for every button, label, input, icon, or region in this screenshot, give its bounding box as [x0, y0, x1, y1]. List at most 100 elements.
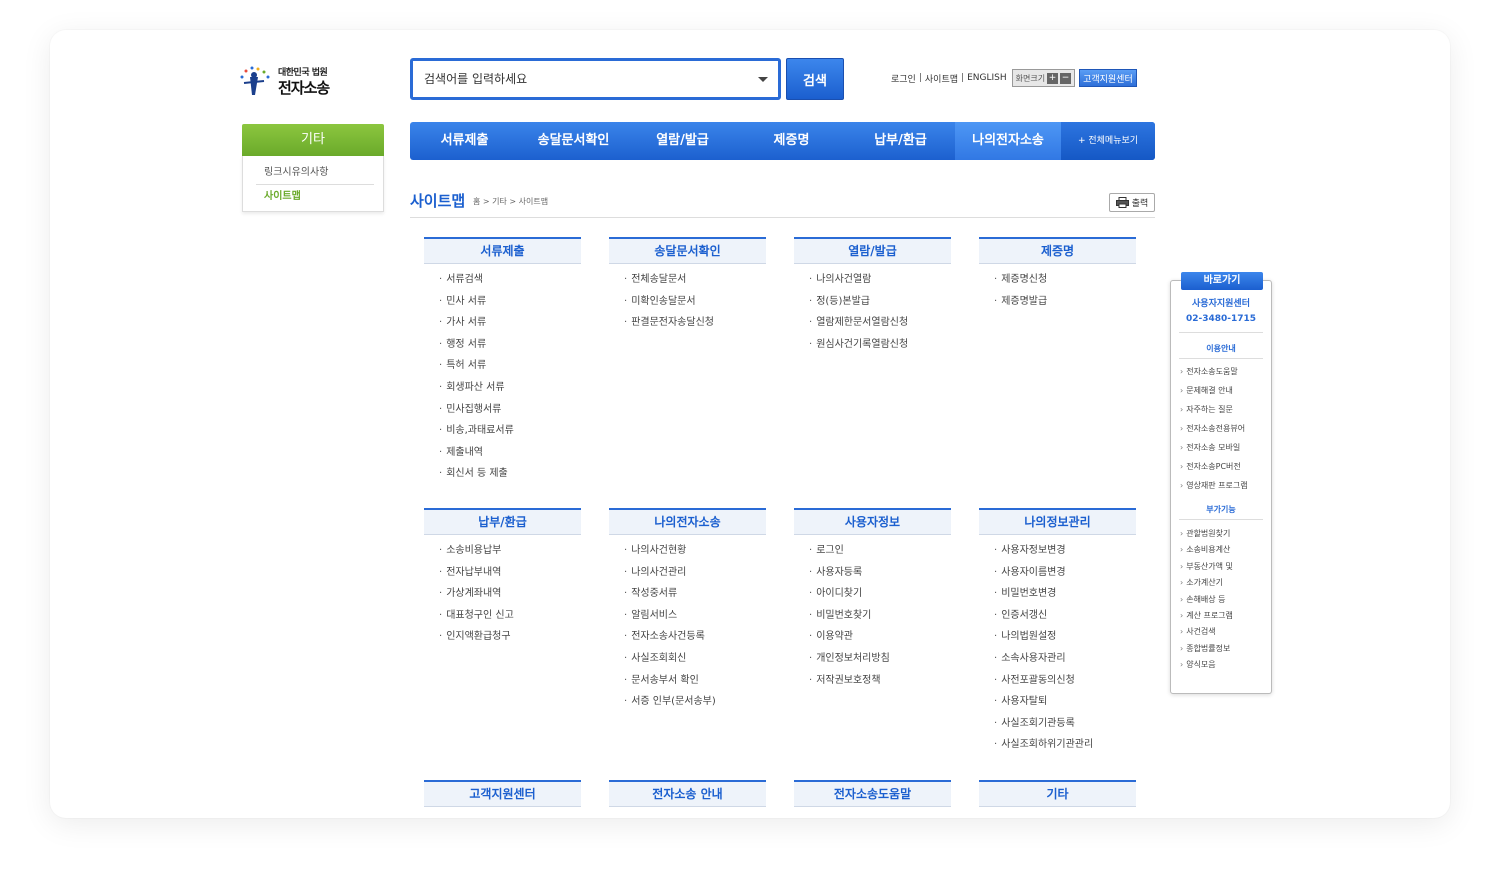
sitemap-section-title[interactable]: 전자소송 안내: [609, 780, 766, 807]
sitemap-link[interactable]: 민사 서류: [439, 291, 581, 313]
sitemap-link[interactable]: 이용약관: [809, 626, 951, 648]
sitemap-link[interactable]: 문서송부서 확인: [624, 670, 766, 692]
sitemap-link[interactable]: 나의법원설정: [994, 626, 1136, 648]
sitemap-link[interactable]: 가사 서류: [439, 312, 581, 334]
search-button[interactable]: 검색: [786, 58, 844, 100]
sitemap-link[interactable]: 판결문전자송달신청: [624, 312, 766, 334]
nav-service-check[interactable]: 송달문서확인: [519, 122, 628, 160]
login-link[interactable]: 로그인: [891, 72, 916, 85]
quick-link[interactable]: 영상재판 프로그램: [1180, 478, 1247, 494]
sitemap-link[interactable]: 제증명발급: [994, 291, 1136, 313]
sitemap-link[interactable]: 저작권보호정책: [809, 670, 951, 692]
sitemap-link[interactable]: 비밀번호변경: [994, 583, 1136, 605]
sitemap-section-title[interactable]: 열람/발급: [794, 237, 951, 264]
sitemap-link[interactable]: 나의사건현황: [624, 540, 766, 562]
sitemap-link[interactable]: 회신서 등 제출: [439, 463, 581, 485]
sitemap-section-title[interactable]: 고객지원센터: [424, 780, 581, 807]
nav-certificates[interactable]: 제증명: [737, 122, 846, 160]
english-link[interactable]: ENGLISH: [967, 73, 1007, 83]
nav-view-issue[interactable]: 열람/발급: [628, 122, 737, 160]
nav-my-ecase[interactable]: 나의전자소송: [955, 122, 1061, 160]
sitemap-link[interactable]: 전자납부내역: [439, 562, 581, 584]
sitemap-link[interactable]: 사실조회회신: [624, 648, 766, 670]
quick-link[interactable]: 자주하는 질문: [1180, 402, 1233, 418]
sitemap-link[interactable]: 소속사용자관리: [994, 648, 1136, 670]
sitemap-link[interactable]: 서증 인부(문서송부): [624, 691, 766, 713]
support-center-info[interactable]: 사용자지원센터 02-3480-1715: [1171, 297, 1271, 327]
sitemap-link[interactable]: 소송비용납부: [439, 540, 581, 562]
sitemap-link[interactable]: 로그인: [809, 540, 951, 562]
sitemap-link[interactable]: 나의사건관리: [624, 562, 766, 584]
sitemap-link[interactable]: 서류검색: [439, 269, 581, 291]
sitemap-link[interactable]: 사전포괄동의신청: [994, 670, 1136, 692]
sitemap-link[interactable]: 제출내역: [439, 442, 581, 464]
court-logo[interactable]: 대한민국 법원 전자소송: [238, 63, 348, 99]
quick-link[interactable]: 계산 프로그램: [1180, 608, 1233, 624]
sitemap-link[interactable]: 비밀번호찾기: [809, 605, 951, 627]
side-menu-item-link-notice[interactable]: 링크시유의사항: [264, 163, 328, 178]
chevron-down-icon[interactable]: [758, 77, 768, 82]
quick-link[interactable]: 전자소송도움말: [1180, 364, 1238, 380]
sitemap-link[interactable]: 알림서비스: [624, 605, 766, 627]
sitemap-link[interactable]: 정(등)본발급: [809, 291, 951, 313]
quick-link[interactable]: 손해배상 등: [1180, 592, 1225, 608]
quick-link[interactable]: 전자소송PC버전: [1180, 459, 1241, 475]
quick-link[interactable]: 소송비용계산: [1180, 542, 1230, 558]
side-menu-item-sitemap[interactable]: 사이트맵: [264, 187, 301, 202]
sitemap-link[interactable]: 작성중서류: [624, 583, 766, 605]
quick-link[interactable]: 종합법률정보: [1180, 641, 1230, 657]
sitemap-link[interactable]: 전자소송사건등록: [624, 626, 766, 648]
sitemap-link[interactable]: 사이트맵: [925, 72, 958, 85]
sitemap-link[interactable]: 열람제한문서열람신청: [809, 312, 951, 334]
sitemap-link[interactable]: 사용자이름변경: [994, 562, 1136, 584]
sitemap-link[interactable]: 개인정보처리방침: [809, 648, 951, 670]
quick-link[interactable]: 사건검색: [1180, 624, 1215, 640]
sitemap-link[interactable]: 비송,과태료서류: [439, 420, 581, 442]
sitemap-section-title[interactable]: 송달문서확인: [609, 237, 766, 264]
sitemap-section-title[interactable]: 제증명: [979, 237, 1136, 264]
zoom-in-button[interactable]: +: [1047, 72, 1059, 84]
customer-center-button[interactable]: 고객지원센터: [1079, 69, 1137, 87]
nav-document-submit[interactable]: 서류제출: [410, 122, 519, 160]
sitemap-section-title[interactable]: 전자소송도움말: [794, 780, 951, 807]
quick-link[interactable]: 전자소송 모바일: [1180, 440, 1240, 456]
all-menu-button[interactable]: + 전체메뉴보기: [1061, 122, 1155, 160]
sitemap-link[interactable]: 인지액환급청구: [439, 626, 581, 648]
quick-link[interactable]: 관할법원찾기: [1180, 526, 1230, 542]
sitemap-link[interactable]: 미확인송달문서: [624, 291, 766, 313]
quick-link[interactable]: 부동산가액 및: [1180, 559, 1233, 575]
sitemap-section-title[interactable]: 납부/환급: [424, 508, 581, 535]
sitemap-section-title[interactable]: 기타: [979, 780, 1136, 807]
sitemap-link[interactable]: 행정 서류: [439, 334, 581, 356]
zoom-out-button[interactable]: −: [1060, 72, 1072, 84]
sitemap-link[interactable]: 대표청구인 신고: [439, 605, 581, 627]
quick-link[interactable]: 양식모음: [1180, 657, 1215, 673]
sitemap-link[interactable]: 원심사건기록열람신청: [809, 334, 951, 356]
sitemap-link[interactable]: 민사집행서류: [439, 399, 581, 421]
support-center-name: 사용자지원센터: [1192, 299, 1250, 309]
search-input[interactable]: [413, 61, 743, 97]
nav-payment-refund[interactable]: 납부/환급: [846, 122, 955, 160]
sitemap-section-title[interactable]: 나의전자소송: [609, 508, 766, 535]
quick-link[interactable]: 소가계산기: [1180, 575, 1223, 591]
sitemap-link[interactable]: 사실조회하위기관관리: [994, 734, 1136, 756]
sitemap-section-title[interactable]: 서류제출: [424, 237, 581, 264]
sitemap-link[interactable]: 사실조회기관등록: [994, 713, 1136, 735]
quick-link[interactable]: 문제해결 안내: [1180, 383, 1233, 399]
sitemap-link[interactable]: 사용자탈퇴: [994, 691, 1136, 713]
side-menu: 링크시유의사항 사이트맵: [242, 156, 384, 212]
sitemap-link[interactable]: 회생파산 서류: [439, 377, 581, 399]
print-button[interactable]: 출력: [1109, 193, 1155, 212]
sitemap-section-title[interactable]: 사용자정보: [794, 508, 951, 535]
sitemap-link[interactable]: 사용자정보변경: [994, 540, 1136, 562]
sitemap-link[interactable]: 나의사건열람: [809, 269, 951, 291]
sitemap-section-title[interactable]: 나의정보관리: [979, 508, 1136, 535]
sitemap-link[interactable]: 전체송달문서: [624, 269, 766, 291]
sitemap-link[interactable]: 제증명신청: [994, 269, 1136, 291]
sitemap-link[interactable]: 사용자등록: [809, 562, 951, 584]
quick-link[interactable]: 전자소송전용뷰어: [1180, 421, 1245, 437]
sitemap-link[interactable]: 인증서갱신: [994, 605, 1136, 627]
sitemap-link[interactable]: 아이디찾기: [809, 583, 951, 605]
sitemap-link[interactable]: 가상계좌내역: [439, 583, 581, 605]
sitemap-link[interactable]: 특허 서류: [439, 355, 581, 377]
